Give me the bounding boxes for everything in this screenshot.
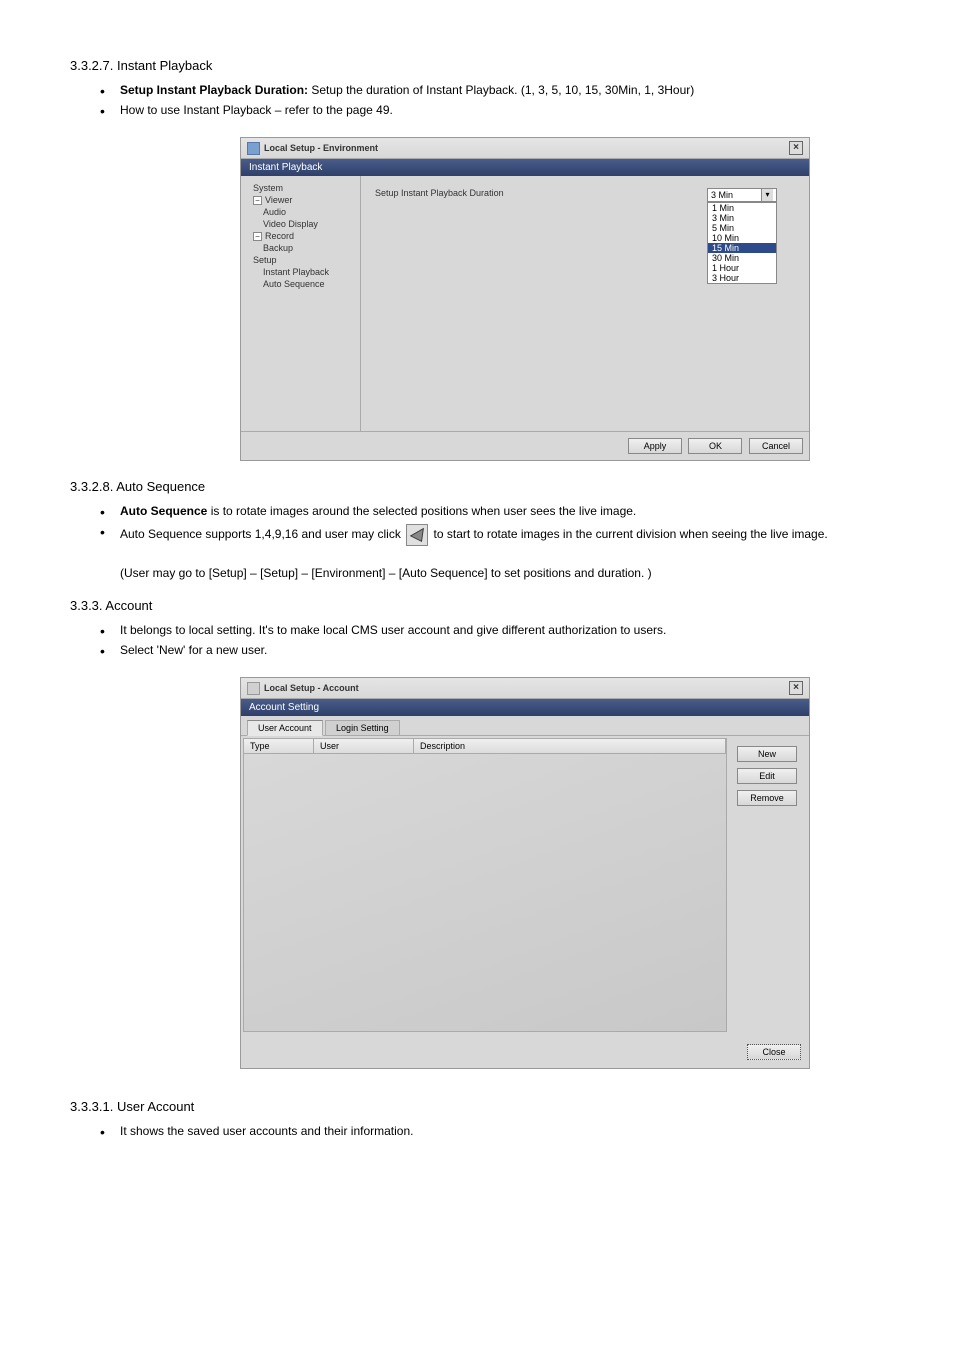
dialog-titlebar[interactable]: Local Setup - Account × <box>241 678 809 699</box>
col-description[interactable]: Description <box>414 739 726 753</box>
dropdown-option[interactable]: 3 Min <box>708 213 776 223</box>
account-table[interactable]: Type User Description <box>243 738 727 1034</box>
tab-user-account[interactable]: User Account <box>247 720 323 736</box>
remove-button[interactable]: Remove <box>737 790 797 806</box>
tree-node-instant[interactable]: Instant Playback <box>245 266 356 278</box>
col-type[interactable]: Type <box>244 739 314 753</box>
dialog-title: Local Setup - Account <box>264 683 789 693</box>
small-note: (User may go to [Setup] – [Setup] – [Env… <box>120 566 884 580</box>
bullet-bold: Auto Sequence <box>120 504 207 518</box>
dialog-footer: Close <box>241 1036 809 1068</box>
edit-button[interactable]: Edit <box>737 768 797 784</box>
table-header: Type User Description <box>243 738 727 754</box>
dropdown-option[interactable]: 3 Hour <box>708 273 776 283</box>
dropdown-option[interactable]: 5 Min <box>708 223 776 233</box>
tree-node-record[interactable]: −Record <box>245 230 356 242</box>
collapse-icon[interactable]: − <box>253 196 262 205</box>
bullet-bold: Setup Instant Playback Duration: <box>120 83 308 97</box>
section-heading-user-account: 3.3.3.1. User Account <box>70 1099 884 1114</box>
apply-button[interactable]: Apply <box>628 438 682 454</box>
list-item: It shows the saved user accounts and the… <box>100 1124 884 1138</box>
tree-node-system[interactable]: System <box>245 182 356 194</box>
bullet-text: is to rotate images around the selected … <box>207 504 636 518</box>
content-pane: Setup Instant Playback Duration 3 Min ▾ … <box>361 176 809 431</box>
close-icon[interactable]: × <box>789 681 803 695</box>
section-heading-account: 3.3.3. Account <box>70 598 884 613</box>
auto-sequence-icon <box>406 524 428 546</box>
cancel-button[interactable]: Cancel <box>749 438 803 454</box>
table-body[interactable] <box>243 754 727 1032</box>
nav-tree[interactable]: System −Viewer Audio Video Display −Reco… <box>241 176 361 431</box>
dropdown-list[interactable]: 1 Min 3 Min 5 Min 10 Min 15 Min 30 Min 1… <box>707 202 777 284</box>
autoseq-bullets: Auto Sequence is to rotate images around… <box>100 504 884 546</box>
bullet-text: How to use Instant Playback – refer to t… <box>120 103 393 117</box>
app-icon <box>247 682 260 695</box>
tree-node-auto[interactable]: Auto Sequence <box>245 278 356 290</box>
dropdown-box[interactable]: 3 Min ▾ <box>707 188 777 202</box>
list-item: Select 'New' for a new user. <box>100 643 884 657</box>
account-bullets: It belongs to local setting. It's to mak… <box>100 623 884 657</box>
close-icon[interactable]: × <box>789 141 803 155</box>
section-heading-autoseq: 3.3.2.8. Auto Sequence <box>70 479 884 494</box>
tree-node-viewer[interactable]: −Viewer <box>245 194 356 206</box>
collapse-icon[interactable]: − <box>253 232 262 241</box>
panel-header: Instant Playback <box>241 159 809 176</box>
ok-button[interactable]: OK <box>688 438 742 454</box>
duration-label: Setup Instant Playback Duration <box>375 188 504 198</box>
list-item: Setup Instant Playback Duration: Setup t… <box>100 83 884 97</box>
bullet-text: to start to rotate images in the current… <box>434 527 828 541</box>
dropdown-option[interactable]: 10 Min <box>708 233 776 243</box>
tree-node-video[interactable]: Video Display <box>245 218 356 230</box>
tree-node-backup[interactable]: Backup <box>245 242 356 254</box>
list-item: Auto Sequence is to rotate images around… <box>100 504 884 518</box>
app-icon <box>247 142 260 155</box>
account-buttons: New Edit Remove <box>729 736 809 1036</box>
duration-dropdown[interactable]: 3 Min ▾ 1 Min 3 Min 5 Min 10 Min 15 Min … <box>707 188 777 284</box>
dropdown-value: 3 Min <box>711 190 733 200</box>
dialog-title: Local Setup - Environment <box>264 143 789 153</box>
playback-bullets: Setup Instant Playback Duration: Setup t… <box>100 83 884 117</box>
tree-node-setup[interactable]: Setup <box>245 254 356 266</box>
environment-dialog: Local Setup - Environment × Instant Play… <box>240 137 810 461</box>
panel-header: Account Setting <box>241 699 809 716</box>
dropdown-option[interactable]: 30 Min <box>708 253 776 263</box>
close-button[interactable]: Close <box>747 1044 801 1060</box>
user-account-bullets: It shows the saved user accounts and the… <box>100 1124 884 1138</box>
dialog-footer: Apply OK Cancel <box>241 431 809 460</box>
bullet-text: Auto Sequence supports 1,4,9,16 and user… <box>120 527 404 541</box>
tab-login-setting[interactable]: Login Setting <box>325 720 400 735</box>
list-item: How to use Instant Playback – refer to t… <box>100 103 884 117</box>
dropdown-option[interactable]: 1 Hour <box>708 263 776 273</box>
list-item: It belongs to local setting. It's to mak… <box>100 623 884 637</box>
col-user[interactable]: User <box>314 739 414 753</box>
dropdown-option[interactable]: 1 Min <box>708 203 776 213</box>
new-button[interactable]: New <box>737 746 797 762</box>
list-item: Auto Sequence supports 1,4,9,16 and user… <box>100 524 884 546</box>
chevron-down-icon[interactable]: ▾ <box>761 189 773 201</box>
tree-node-audio[interactable]: Audio <box>245 206 356 218</box>
account-dialog: Local Setup - Account × Account Setting … <box>240 677 810 1069</box>
section-heading-playback: 3.3.2.7. Instant Playback <box>70 58 884 73</box>
bullet-text: Setup the duration of Instant Playback. … <box>308 83 694 97</box>
dialog-titlebar[interactable]: Local Setup - Environment × <box>241 138 809 159</box>
dropdown-option[interactable]: 15 Min <box>708 243 776 253</box>
tabs-row: User Account Login Setting <box>241 716 809 736</box>
